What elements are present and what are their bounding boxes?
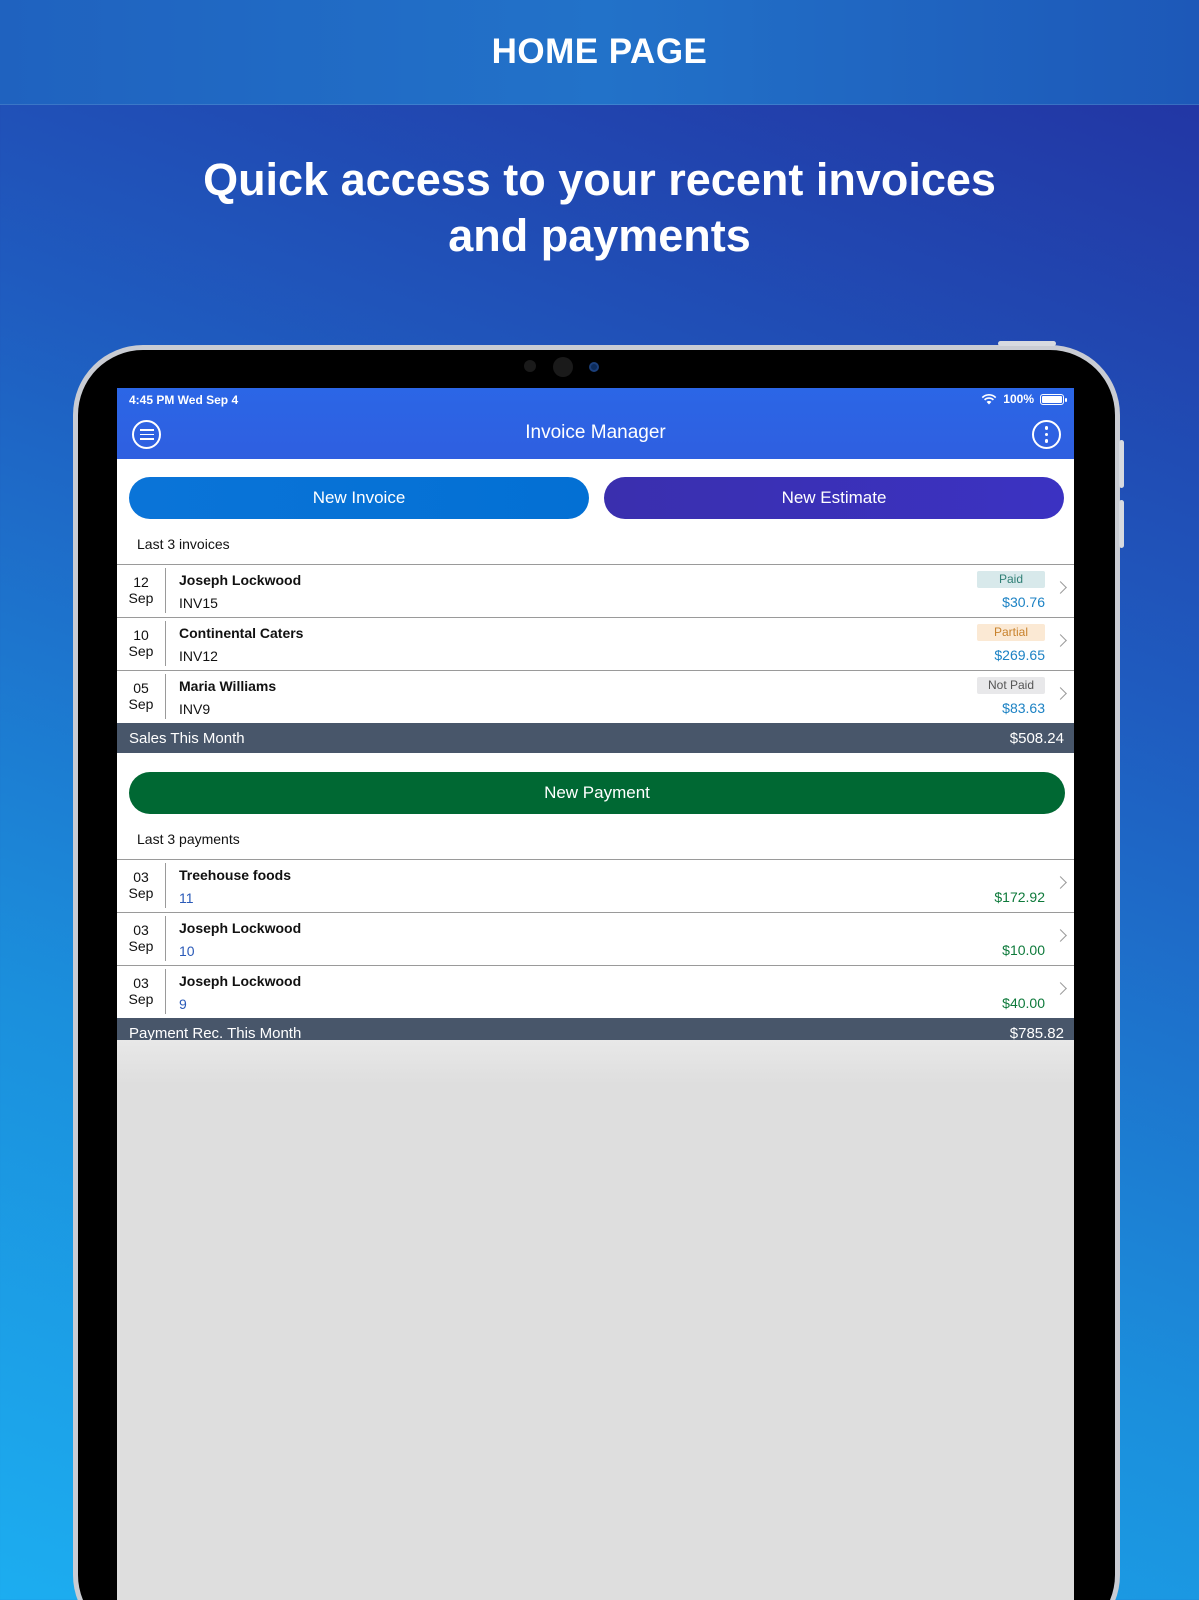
- payment-month: Sep: [128, 991, 154, 1007]
- promo-tagline: Quick access to your recent invoices and…: [0, 152, 1199, 264]
- nav-title: Invoice Manager: [525, 422, 666, 443]
- invoice-month: Sep: [128, 590, 154, 606]
- more-icon: [1044, 426, 1049, 443]
- payment-client: Joseph Lockwood: [179, 920, 302, 936]
- spacer: [117, 753, 1074, 772]
- payment-client: Joseph Lockwood: [179, 973, 302, 989]
- payment-number: 9: [179, 996, 187, 1012]
- invoice-number: INV9: [179, 701, 211, 717]
- sensor-dot: [524, 360, 536, 372]
- new-estimate-button[interactable]: New Estimate: [604, 477, 1064, 519]
- invoice-row[interactable]: 05 Sep Maria Williams INV9 Not Paid $83.…: [117, 670, 1074, 723]
- payment-amount: $40.00: [1002, 995, 1045, 1011]
- payment-month: Sep: [128, 885, 154, 901]
- promo-header-title: HOME PAGE: [491, 32, 708, 71]
- payment-amount: $172.92: [994, 889, 1045, 905]
- chevron-right-icon: [1054, 634, 1067, 647]
- status-indicators: 100%: [981, 392, 1067, 406]
- battery-percent: 100%: [1003, 392, 1034, 406]
- payment-amount: $10.00: [1002, 942, 1045, 958]
- promo-tagline-line-1: Quick access to your recent invoices: [203, 154, 996, 205]
- sales-summary-label: Sales This Month: [129, 729, 245, 747]
- chevron-right-icon: [1054, 581, 1067, 594]
- invoice-amount: $83.63: [1002, 700, 1045, 716]
- promo-header: HOME PAGE: [0, 0, 1199, 105]
- status-badge: Partial: [977, 624, 1045, 641]
- invoice-month: Sep: [128, 643, 154, 659]
- invoice-day: 05: [133, 680, 149, 696]
- invoice-number: INV12: [179, 648, 218, 664]
- invoice-client: Continental Caters: [179, 625, 304, 641]
- payment-day: 03: [133, 869, 149, 885]
- invoice-row[interactable]: 10 Sep Continental Caters INV12 Partial …: [117, 617, 1074, 670]
- payment-day: 03: [133, 975, 149, 991]
- status-badge: Paid: [977, 571, 1045, 588]
- sales-summary-value: $508.24: [1009, 729, 1064, 747]
- invoice-month: Sep: [128, 696, 154, 712]
- invoice-date: 12 Sep: [117, 568, 166, 613]
- promo-tagline-line-2: and payments: [448, 210, 751, 261]
- invoice-date: 05 Sep: [117, 674, 166, 719]
- payments-section-label: Last 3 payments: [137, 831, 240, 847]
- front-camera: [553, 357, 573, 377]
- payment-date: 03 Sep: [117, 863, 166, 908]
- camera-indicator: [589, 362, 599, 372]
- volume-up-button: [1119, 440, 1124, 488]
- payment-row[interactable]: 03 Sep Treehouse foods 11 $172.92: [117, 859, 1074, 912]
- new-payment-button[interactable]: New Payment: [129, 772, 1065, 814]
- invoice-client: Joseph Lockwood: [179, 572, 302, 588]
- payment-day: 03: [133, 922, 149, 938]
- status-time: 4:45 PM Wed Sep 4: [129, 393, 239, 407]
- invoice-amount: $30.76: [1002, 594, 1045, 610]
- battery-icon: [1040, 393, 1067, 405]
- app-screen: 4:45 PM Wed Sep 4 100% Invoice Manager N…: [117, 388, 1074, 1600]
- wifi-icon: [981, 393, 997, 405]
- chevron-right-icon: [1054, 687, 1067, 700]
- invoice-date: 10 Sep: [117, 621, 166, 666]
- invoice-actions: New Invoice New Estimate: [117, 459, 1074, 519]
- empty-content-area: [117, 1040, 1074, 1600]
- payments-summary-label: Payment Rec. This Month: [129, 1024, 302, 1042]
- payment-date: 03 Sep: [117, 916, 166, 961]
- invoice-client: Maria Williams: [179, 678, 277, 694]
- invoice-day: 10: [133, 627, 149, 643]
- home-content: New Invoice New Estimate Last 3 invoices…: [117, 459, 1074, 1048]
- invoices-section-label: Last 3 invoices: [137, 536, 230, 552]
- payments-summary-value: $785.82: [1009, 1024, 1064, 1042]
- invoice-row[interactable]: 12 Sep Joseph Lockwood INV15 Paid $30.76: [117, 564, 1074, 617]
- payment-month: Sep: [128, 938, 154, 954]
- invoice-amount: $269.65: [994, 647, 1045, 663]
- payment-client: Treehouse foods: [179, 867, 292, 883]
- chevron-right-icon: [1054, 982, 1067, 995]
- more-button[interactable]: [1032, 420, 1061, 449]
- payment-number: 10: [179, 943, 195, 959]
- power-button: [998, 341, 1056, 346]
- app-bar: 4:45 PM Wed Sep 4 100% Invoice Manager: [117, 388, 1074, 459]
- payment-number: 11: [179, 890, 194, 906]
- payment-date: 03 Sep: [117, 969, 166, 1014]
- payment-row[interactable]: 03 Sep Joseph Lockwood 9 $40.00: [117, 965, 1074, 1018]
- invoice-day: 12: [133, 574, 149, 590]
- payment-row[interactable]: 03 Sep Joseph Lockwood 10 $10.00: [117, 912, 1074, 965]
- invoice-number: INV15: [179, 595, 218, 611]
- volume-down-button: [1119, 500, 1124, 548]
- new-invoice-button[interactable]: New Invoice: [129, 477, 589, 519]
- chevron-right-icon: [1054, 876, 1067, 889]
- sales-summary-bar: Sales This Month $508.24: [117, 723, 1074, 753]
- chevron-right-icon: [1054, 929, 1067, 942]
- status-badge: Not Paid: [977, 677, 1045, 694]
